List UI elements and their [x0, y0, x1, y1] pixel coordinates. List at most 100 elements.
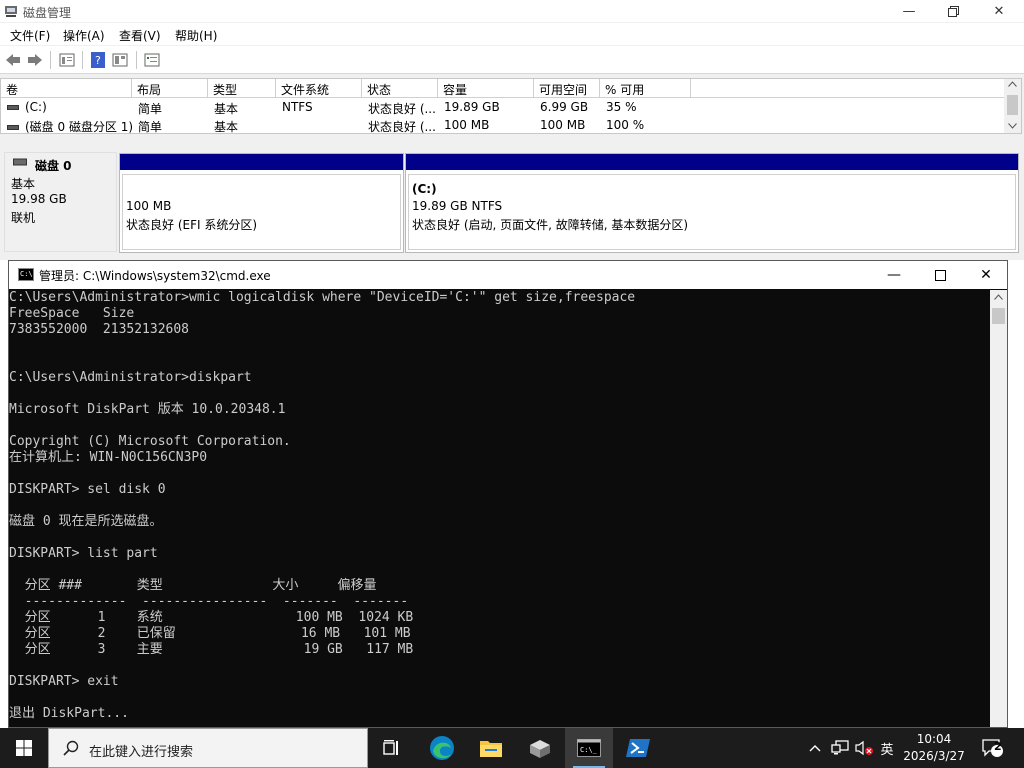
task-view-icon	[383, 740, 398, 755]
clock[interactable]: 10:04 2026/3/27	[896, 731, 972, 765]
view-icon	[112, 53, 128, 67]
cmd-taskbar-button[interactable]: C:\_	[565, 728, 613, 768]
search-icon	[63, 740, 79, 756]
toolbar-divider	[82, 51, 83, 69]
volume-type: 基本	[214, 102, 239, 116]
cmd-maximize-button[interactable]	[917, 261, 963, 289]
console-line: Microsoft DiskPart 版本 10.0.20348.1	[9, 402, 286, 417]
volume-layout: 简单	[138, 102, 163, 116]
properties-button[interactable]	[58, 51, 76, 69]
console-line: 7383552000 21352132608	[9, 322, 190, 337]
windows-logo-icon	[16, 740, 32, 756]
edge-button[interactable]	[418, 728, 466, 768]
volume-list-scrollbar[interactable]	[1004, 79, 1021, 133]
title-bar: 磁盘管理 — ✕	[0, 0, 1024, 22]
cmd-minimize-button[interactable]: —	[871, 261, 917, 289]
notification-center-button[interactable]: 2	[978, 728, 1008, 768]
console-line: ------------- ---------------- ------- -…	[9, 594, 409, 609]
column-capacity[interactable]: 容量	[438, 79, 534, 98]
search-box[interactable]: 在此键入进行搜索	[48, 728, 368, 768]
minimize-icon: —	[887, 267, 901, 283]
cmd-title-bar[interactable]: C:\ 管理员: C:\Windows\system32\cmd.exe — ✕	[9, 261, 1007, 289]
restore-button[interactable]	[930, 0, 976, 22]
edge-browser-icon	[430, 736, 454, 760]
column-status[interactable]: 状态	[362, 79, 438, 98]
column-percent-free[interactable]: % 可用	[600, 79, 691, 98]
partition-efi[interactable]: 100 MB 状态良好 (EFI 系统分区)	[119, 153, 404, 253]
close-button[interactable]: ✕	[976, 0, 1022, 22]
svg-text:C:\_: C:\_	[580, 746, 598, 754]
powershell-button[interactable]	[614, 728, 662, 768]
view-button[interactable]	[111, 51, 129, 69]
input-method-button[interactable]: 英	[876, 728, 898, 768]
cmd-icon: C:\	[18, 268, 34, 281]
taskbar: 在此键入进行搜索 C:\_ 英 10:04 2026/3/27 2	[0, 728, 1024, 768]
console-line: 磁盘 0 现在是所选磁盘。	[9, 514, 163, 529]
volume-button[interactable]	[852, 728, 876, 768]
cmd-close-button[interactable]: ✕	[963, 261, 1009, 289]
file-explorer-button[interactable]	[467, 728, 515, 768]
disk-icon	[13, 158, 27, 166]
disk-graphical-view: 磁盘 0 基本 19.98 GB 联机 100 MB 状态良好 (EFI 系统分…	[0, 148, 1024, 260]
forward-button[interactable]	[26, 51, 44, 69]
partition-bar	[406, 154, 1018, 170]
partition-c[interactable]: (C:) 19.89 GB NTFS 状态良好 (启动, 页面文件, 故障转储,…	[405, 153, 1019, 253]
close-icon: ✕	[993, 3, 1005, 19]
minimize-button[interactable]: —	[886, 0, 932, 22]
volume-row[interactable]: (C:) 简单 基本 NTFS 状态良好 (... 19.89 GB 6.99 …	[1, 99, 1005, 117]
console-line: 退出 DiskPart...	[9, 706, 129, 721]
volume-percent-free: 100 %	[606, 118, 645, 132]
menu-file[interactable]: 文件(F)	[10, 27, 50, 44]
console-line: DISKPART> exit	[9, 674, 119, 689]
show-hidden-icons-button[interactable]	[806, 728, 824, 768]
menu-help[interactable]: 帮助(H)	[175, 27, 217, 44]
volume-free-space: 100 MB	[540, 118, 586, 132]
search-placeholder: 在此键入进行搜索	[89, 745, 194, 760]
scroll-thumb[interactable]	[1007, 95, 1018, 115]
column-layout[interactable]: 布局	[132, 79, 208, 98]
menu-view[interactable]: 查看(V)	[119, 27, 161, 44]
volume-percent-free: 35 %	[606, 100, 637, 114]
help-button[interactable]: ?	[89, 51, 107, 69]
disk-name: 磁盘 0	[35, 159, 72, 173]
volume-capacity: 100 MB	[444, 118, 490, 132]
console-line: 分区 3 主要 19 GB 117 MB	[9, 642, 414, 657]
partition-label: (C:)	[412, 182, 437, 196]
back-button[interactable]	[4, 51, 22, 69]
network-button[interactable]	[828, 728, 852, 768]
disk-kind: 基本	[11, 177, 36, 191]
menu-action[interactable]: 操作(A)	[63, 27, 105, 44]
forward-arrow-icon	[28, 54, 42, 66]
console-line: DISKPART> list part	[9, 546, 158, 561]
volume-capacity: 19.89 GB	[444, 100, 500, 114]
volume-name: (C:)	[25, 100, 47, 114]
volume-row[interactable]: (磁盘 0 磁盘分区 1) 简单 基本 状态良好 (... 100 MB 100…	[1, 117, 1005, 135]
column-type[interactable]: 类型	[208, 79, 276, 98]
start-button[interactable]	[0, 728, 48, 768]
settings-list-button[interactable]	[143, 51, 161, 69]
svg-text:?: ?	[95, 54, 101, 67]
toolbar-divider	[50, 51, 51, 69]
cmd-scrollbar[interactable]	[990, 290, 1007, 727]
task-view-button[interactable]	[368, 728, 416, 768]
column-free-space[interactable]: 可用空间	[534, 79, 600, 98]
console-line: 分区 ### 类型 大小 偏移量	[9, 578, 377, 593]
column-volume[interactable]: 卷	[1, 79, 132, 98]
scroll-thumb[interactable]	[992, 308, 1005, 324]
volume-layout: 简单	[138, 120, 163, 134]
column-filesystem[interactable]: 文件系统	[276, 79, 362, 98]
cmd-console-output[interactable]: C:\Users\Administrator>wmic logicaldisk …	[9, 290, 991, 727]
server-manager-button[interactable]	[516, 728, 564, 768]
disk-info-panel[interactable]: 磁盘 0 基本 19.98 GB 联机	[4, 152, 117, 252]
disk-management-icon	[5, 6, 17, 17]
network-icon	[831, 740, 849, 755]
chevron-up-icon	[1008, 81, 1017, 87]
powershell-icon	[626, 739, 650, 757]
disk-management-window: 磁盘管理 — ✕ 文件(F) 操作(A) 查看(V) 帮助(H) ? 卷 布局 …	[0, 0, 1024, 260]
